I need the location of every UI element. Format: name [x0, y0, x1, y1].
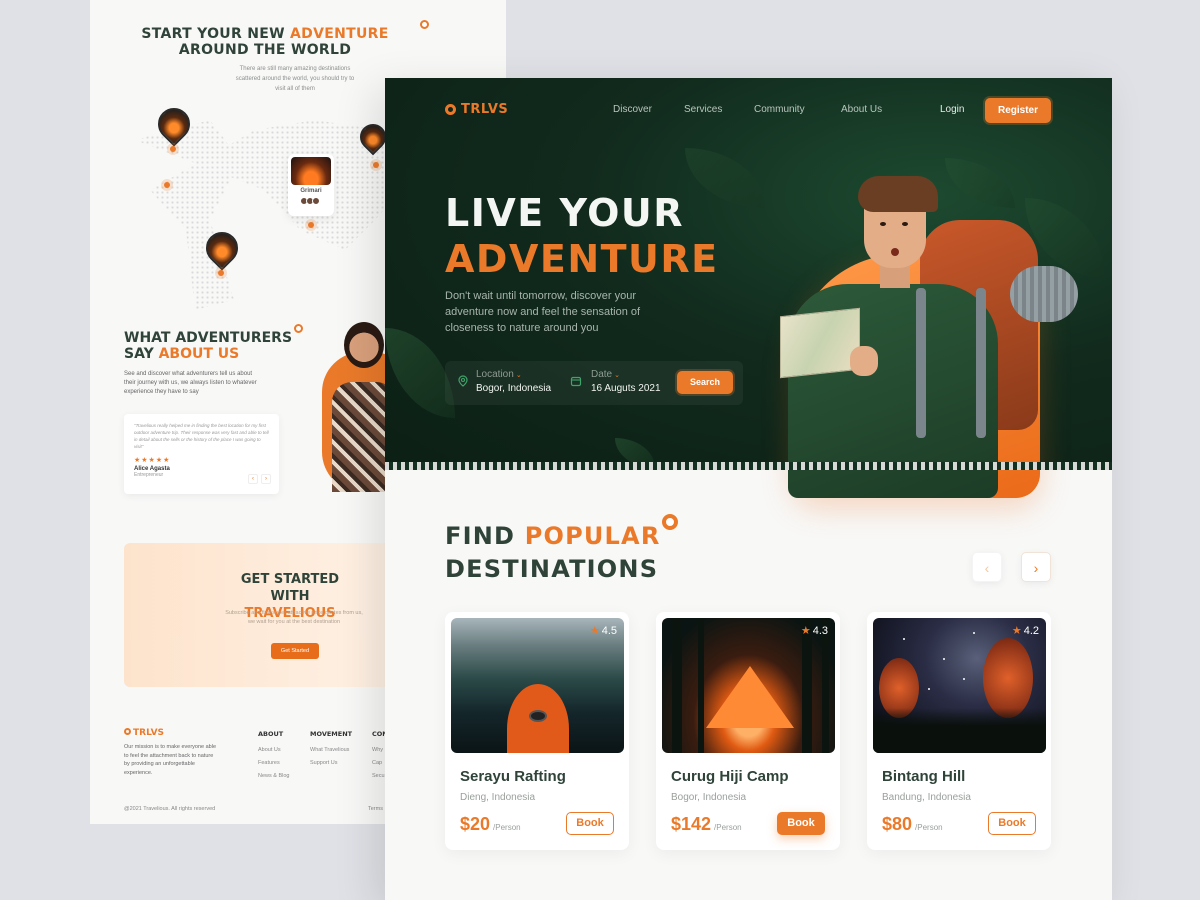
- footer-link[interactable]: Features: [258, 757, 290, 770]
- destination-location: Bandung, Indonesia: [882, 792, 971, 803]
- carousel-prev-button[interactable]: ‹: [972, 552, 1002, 582]
- destination-name: Bintang Hill: [882, 768, 966, 785]
- destination-image: [662, 618, 835, 753]
- destination-thumbnail: [291, 157, 331, 185]
- review-quote: "Travelious really helped me in finding …: [134, 423, 269, 449]
- map-dot-icon: [170, 146, 176, 152]
- chevron-down-icon: ⌄: [515, 372, 522, 379]
- visitor-avatars: [288, 197, 334, 205]
- review-next-button[interactable]: ›: [261, 474, 271, 484]
- testimonial-subtitle: See and discover what adventurers tell u…: [124, 371, 257, 395]
- back-hero-title: START YOUR NEW ADVENTURE AROUND THE WORL…: [141, 26, 389, 58]
- hero-description: Don't wait until tomorrow, discover your…: [445, 290, 641, 334]
- hero-hiker-photo: [780, 176, 1090, 498]
- rating-badge: ★ 4.2: [1011, 625, 1039, 637]
- hero-divider: [385, 462, 1112, 470]
- testimonial-photo: [302, 322, 412, 492]
- book-button[interactable]: Book: [988, 812, 1036, 835]
- destination-price: $80/Person: [882, 814, 943, 834]
- rating-badge: ★ 4.5: [589, 625, 617, 637]
- map-card-label: Grimari: [300, 188, 322, 194]
- map-dot-icon: [218, 270, 224, 276]
- star-icon: ★: [589, 625, 600, 637]
- login-link[interactable]: Login: [940, 104, 964, 115]
- logo-ring-icon: [445, 104, 456, 115]
- rating-badge: ★ 4.3: [800, 625, 828, 637]
- destination-price: $142/Person: [671, 814, 742, 834]
- testimonial-title: WHAT ADVENTURERS SAY ABOUT US: [124, 330, 293, 362]
- hero-section: TRLVS Discover Services Community About …: [385, 78, 1112, 498]
- destination-card[interactable]: ★ 4.2 Bintang Hill Bandung, Indonesia $80…: [867, 612, 1051, 850]
- footer-terms-link[interactable]: Terms: [368, 806, 383, 812]
- footer-copyright: @2021 Travelious. All rights reserved: [124, 806, 216, 812]
- chevron-down-icon: ⌄: [614, 372, 620, 379]
- nav-community[interactable]: Community: [754, 104, 805, 115]
- map-destination-card[interactable]: Grimari: [288, 154, 334, 216]
- pin-decoration-icon: [662, 514, 678, 530]
- review-prev-button[interactable]: ‹: [248, 474, 258, 484]
- book-button[interactable]: Book: [566, 812, 614, 835]
- map-dot-icon: [164, 182, 170, 188]
- star-icon: ★: [1011, 625, 1022, 637]
- footer-link[interactable]: About Us: [258, 744, 290, 757]
- book-button[interactable]: Book: [777, 812, 825, 835]
- get-started-button[interactable]: Get Started: [271, 643, 319, 659]
- pin-decoration-icon: [420, 20, 429, 29]
- search-button[interactable]: Search: [677, 371, 733, 394]
- popular-destinations-title: FIND POPULAR DESTINATIONS: [445, 522, 661, 583]
- date-field[interactable]: Date ⌄ 16 Auguts 2021: [591, 369, 661, 394]
- footer-description: Our mission is to make everyone able to …: [124, 744, 217, 776]
- destination-name: Curug Hiji Camp: [671, 768, 789, 785]
- map-dot-icon: [373, 162, 379, 168]
- destination-location: Bogor, Indonesia: [671, 792, 747, 803]
- calendar-icon: [570, 375, 582, 387]
- get-started-subtitle: Subscribe and find super attractive pric…: [225, 610, 363, 625]
- register-button[interactable]: Register: [985, 98, 1051, 123]
- destination-name: Serayu Rafting: [460, 768, 566, 785]
- main-page: TRLVS Discover Services Community About …: [385, 78, 1112, 900]
- footer-about-column: ABOUT About Us Features News & Blog: [258, 728, 290, 783]
- footer-link[interactable]: Support Us: [310, 757, 352, 770]
- location-field[interactable]: Location ⌄ Bogor, Indonesia: [476, 369, 551, 394]
- testimonial-card: "Travelious really helped me in finding …: [124, 414, 279, 494]
- map-dot-icon: [308, 222, 314, 228]
- nav-about-us[interactable]: About Us: [841, 104, 882, 115]
- location-pin-icon: [457, 375, 469, 387]
- hero-title: LIVE YOUR ADVENTURE: [445, 191, 719, 281]
- destination-price: $20/Person: [460, 814, 521, 834]
- destination-card[interactable]: ★ 4.3 Curug Hiji Camp Bogor, Indonesia $1…: [656, 612, 840, 850]
- footer-link[interactable]: What Travelious: [310, 744, 352, 757]
- back-hero-subtitle: There are still many amazing destination…: [235, 66, 355, 92]
- nav-services[interactable]: Services: [684, 104, 722, 115]
- nav-discover[interactable]: Discover: [613, 104, 652, 115]
- carousel-next-button[interactable]: ›: [1021, 552, 1051, 582]
- rating-stars-icon: ★★★★★: [134, 457, 171, 464]
- get-started-banner: GET STARTED WITH TRAVELIOUS Subscribe an…: [124, 543, 424, 687]
- footer-movement-column: MOVEMENT What Travelious Support Us: [310, 728, 352, 770]
- destination-card[interactable]: ★ 4.5 Serayu Rafting Dieng, Indonesia $20…: [445, 612, 629, 850]
- brand-logo[interactable]: TRLVS: [445, 102, 508, 117]
- destination-location: Dieng, Indonesia: [460, 792, 536, 803]
- footer-logo[interactable]: TRLVS: [124, 728, 164, 738]
- search-bar: Location ⌄ Bogor, Indonesia Date ⌄ 16 Augu…: [445, 361, 743, 405]
- footer-link[interactable]: News & Blog: [258, 770, 290, 783]
- destination-image: [451, 618, 624, 753]
- destination-image: [873, 618, 1046, 753]
- star-icon: ★: [800, 625, 811, 637]
